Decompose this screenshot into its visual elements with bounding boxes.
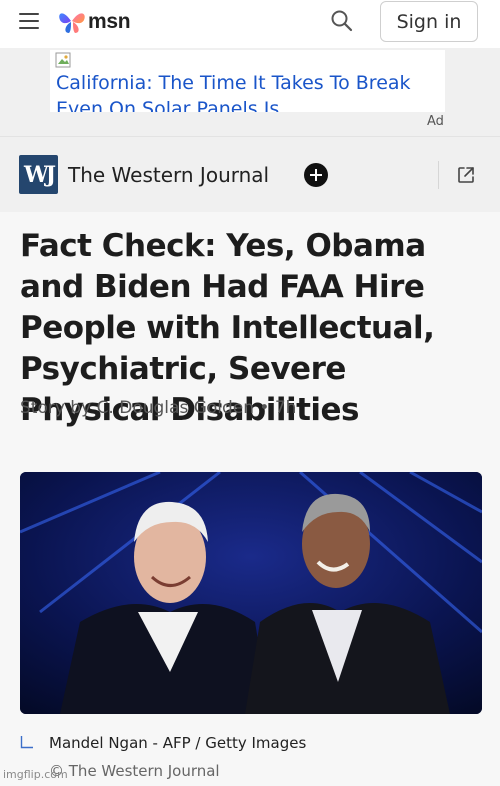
follow-plus-icon[interactable] [304, 163, 328, 187]
publisher-bar: WJ The Western Journal [0, 136, 500, 212]
caption-corner-icon [20, 736, 33, 749]
image-credit: Mandel Ngan - AFP / Getty Images [49, 734, 307, 752]
ad-banner: California: The Time It Takes To Break E… [0, 48, 500, 136]
image-copyright: © The Western Journal [49, 762, 220, 780]
hamburger-menu-icon[interactable] [19, 13, 39, 29]
article-byline: Story by C. Douglas Golden • 7h [20, 398, 297, 418]
msn-logo[interactable]: msn [57, 6, 131, 38]
divider [438, 161, 439, 189]
search-icon[interactable] [330, 9, 354, 33]
msn-logo-text: msn [88, 10, 131, 33]
article-photo[interactable] [20, 472, 482, 714]
ad-label: Ad [427, 114, 444, 129]
msn-butterfly-logo [59, 13, 85, 33]
open-external-icon[interactable] [456, 165, 476, 185]
watermark: imgflip.com [3, 768, 68, 781]
top-navigation-bar: msn Sign in [0, 0, 500, 48]
broken-image-icon [55, 52, 71, 68]
publisher-logo[interactable]: WJ [19, 155, 58, 194]
ad-headline-link[interactable]: California: The Time It Takes To Break E… [56, 70, 441, 112]
publisher-name[interactable]: The Western Journal [68, 163, 269, 187]
ad-card[interactable]: California: The Time It Takes To Break E… [50, 50, 445, 112]
article-body: Fact Check: Yes, Obama and Biden Had FAA… [0, 212, 500, 786]
sign-in-button[interactable]: Sign in [380, 1, 478, 42]
